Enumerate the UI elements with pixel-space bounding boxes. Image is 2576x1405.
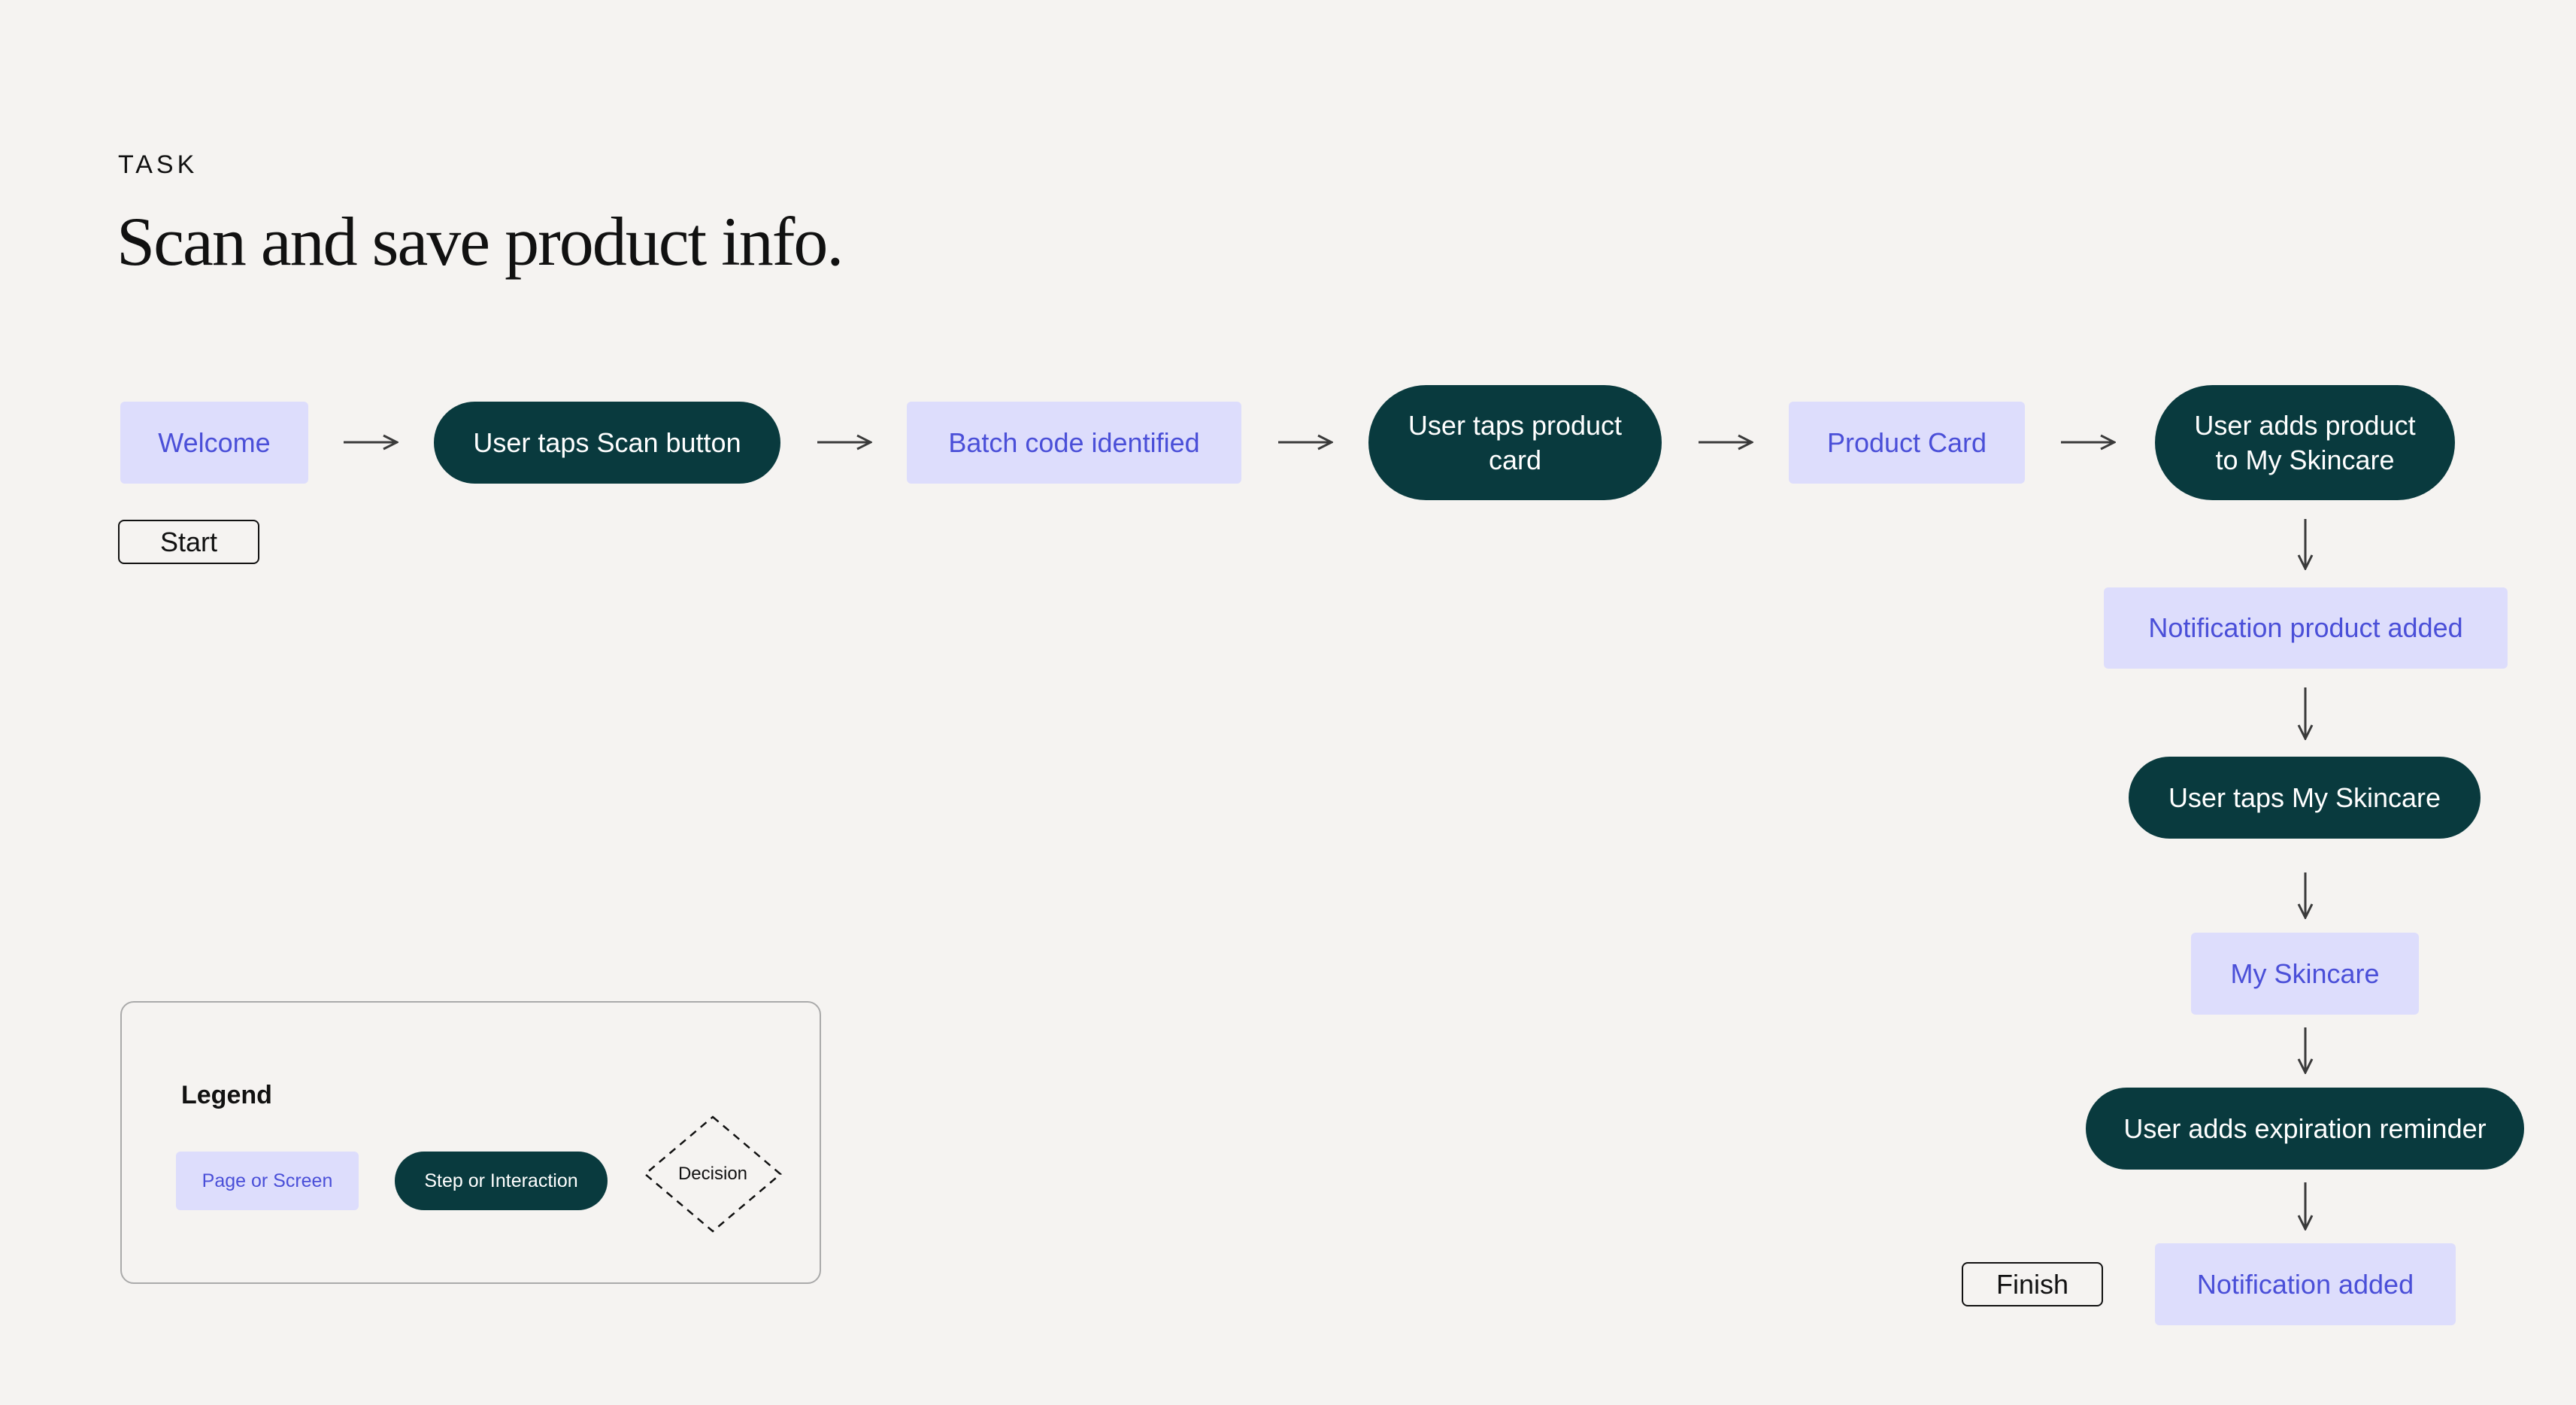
node-notification-added[interactable]: Notification added — [2155, 1243, 2456, 1325]
node-notification-product-added[interactable]: Notification product added — [2104, 587, 2508, 669]
node-my-skincare[interactable]: My Skincare — [2191, 933, 2419, 1015]
legend-title: Legend — [181, 1081, 272, 1109]
node-user-taps-my-skincare[interactable]: User taps My Skincare — [2129, 757, 2481, 839]
legend-step-swatch: Step or Interaction — [395, 1152, 608, 1210]
finish-terminal: Finish — [1962, 1262, 2103, 1306]
node-user-adds-expiration-reminder[interactable]: User adds expiration reminder — [2086, 1088, 2524, 1170]
legend-decision-label: Decision — [677, 1164, 748, 1184]
node-user-taps-product-card[interactable]: User taps product card — [1368, 385, 1662, 500]
node-product-card[interactable]: Product Card — [1789, 402, 2025, 484]
legend-page-swatch: Page or Screen — [176, 1152, 359, 1210]
node-welcome[interactable]: Welcome — [120, 402, 308, 484]
node-user-adds-product[interactable]: User adds product to My Skincare — [2155, 385, 2455, 500]
node-batch-code-identified[interactable]: Batch code identified — [907, 402, 1241, 484]
start-terminal: Start — [118, 520, 259, 564]
node-user-taps-scan-button[interactable]: User taps Scan button — [434, 402, 780, 484]
